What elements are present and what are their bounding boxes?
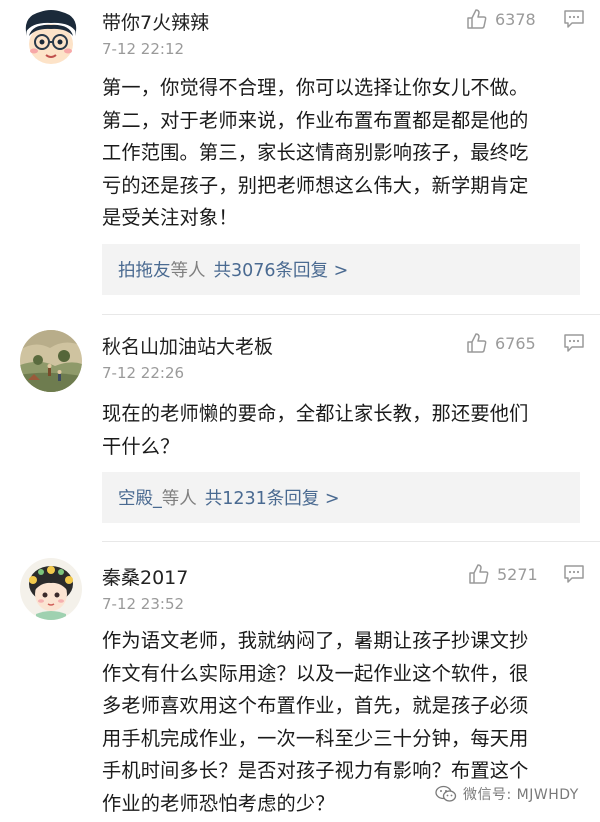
- timestamp: 7-12 22:12: [102, 40, 185, 58]
- like-button[interactable]: 6765: [466, 330, 536, 356]
- text-line: 作为语文老师，我就纳闷了，暑期让孩子抄课文抄: [102, 629, 529, 652]
- comment-item: 带你7火辣辣 7-12 22:12 6378 第一，你觉得不合理，你可以选择让你…: [0, 6, 600, 306]
- text-line: 干什么？: [102, 434, 180, 458]
- text-line: 作文有什么实际用途？以及一起作业这个软件，很: [102, 661, 529, 685]
- landscape-painting-icon: [20, 330, 82, 392]
- text-line: 手机时间多长？是否对孩子视力有影响？布置这个: [102, 759, 529, 782]
- like-count: 6378: [495, 9, 536, 29]
- reply-button[interactable]: [563, 332, 585, 354]
- timestamp: 7-12 23:52: [102, 595, 185, 613]
- text-line: 第二，对于老师来说，作业布置布置都是都是他的: [102, 108, 529, 132]
- text-line: 多老师喜欢用这个布置作业，首先，就是孩子必须: [102, 694, 529, 717]
- text-line: 第一，你觉得不合理，你可以选择让你女儿不做。: [102, 76, 529, 99]
- username[interactable]: 秦桑2017: [102, 563, 188, 590]
- comment-bubble-icon: [564, 565, 584, 583]
- text-line: 现在的老师懒的要命，全都让家长教，那还要他们: [102, 402, 529, 425]
- text-line: 工作范围。第三，家长这情商别影响孩子，最终吃: [102, 141, 529, 164]
- text-line: 用手机完成作业，一次一科至少三十分钟，每天用: [102, 726, 529, 750]
- cartoon-boy-glasses-icon: [20, 6, 82, 68]
- replies-summary[interactable]: 拍拖友 等人 共3076条回复 >: [102, 244, 580, 295]
- like-button[interactable]: 5271: [468, 561, 538, 587]
- timestamp: 7-12 22:26: [102, 364, 185, 382]
- comment-bubble-icon: [564, 334, 584, 352]
- replies-summary[interactable]: 空殿_ 等人 共1231条回复 >: [102, 472, 580, 523]
- divider: [102, 541, 600, 542]
- text-line: 是受关注对象！: [102, 206, 238, 229]
- comment-text: 第一，你觉得不合理，你可以选择让你女儿不做。 第二，对于老师来说，作业布置布置都…: [102, 72, 580, 235]
- avatar[interactable]: [20, 558, 82, 620]
- watermark-text: 微信号: MJWHDY: [463, 787, 579, 803]
- reply-count-link[interactable]: 共3076条回复 >: [214, 257, 349, 282]
- avatar[interactable]: [20, 330, 82, 392]
- thumbs-up-icon: [469, 564, 489, 584]
- reply-button[interactable]: [563, 563, 585, 585]
- like-button[interactable]: 6378: [466, 6, 536, 32]
- avatar[interactable]: [20, 6, 82, 68]
- thumbs-up-icon: [467, 9, 487, 29]
- username[interactable]: 秋名山加油站大老板: [102, 332, 273, 359]
- reply-names[interactable]: 拍拖友: [118, 257, 171, 282]
- comment-bubble-icon: [564, 10, 584, 28]
- wechat-watermark: 微信号: MJWHDY: [435, 784, 579, 804]
- reply-button[interactable]: [563, 8, 585, 30]
- reply-others: 等人: [170, 261, 206, 281]
- text-line: 亏的还是孩子，别把老师想这么伟大，新学期肯定: [102, 173, 529, 197]
- comment-text: 现在的老师懒的要命，全都让家长教，那还要他们 干什么？: [102, 398, 580, 463]
- reply-others: 等人: [161, 489, 197, 509]
- reply-count-link[interactable]: 共1231条回复 >: [205, 485, 340, 510]
- thumbs-up-icon: [467, 333, 487, 353]
- username[interactable]: 带你7火辣辣: [102, 8, 209, 35]
- divider: [102, 314, 600, 315]
- comment-item: 秦桑2017 7-12 23:52 5271 作为语文老师，我就纳闷了，暑期让孩…: [0, 558, 600, 822]
- like-count: 6765: [495, 333, 536, 353]
- like-count: 5271: [497, 564, 538, 584]
- comment-item: 秋名山加油站大老板 7-12 22:26 6765 现在的老师懒的要命，全都让家…: [0, 330, 600, 525]
- cartoon-girl-flowers-icon: [20, 558, 82, 620]
- wechat-icon: [435, 785, 457, 802]
- reply-names[interactable]: 空殿_: [118, 485, 162, 510]
